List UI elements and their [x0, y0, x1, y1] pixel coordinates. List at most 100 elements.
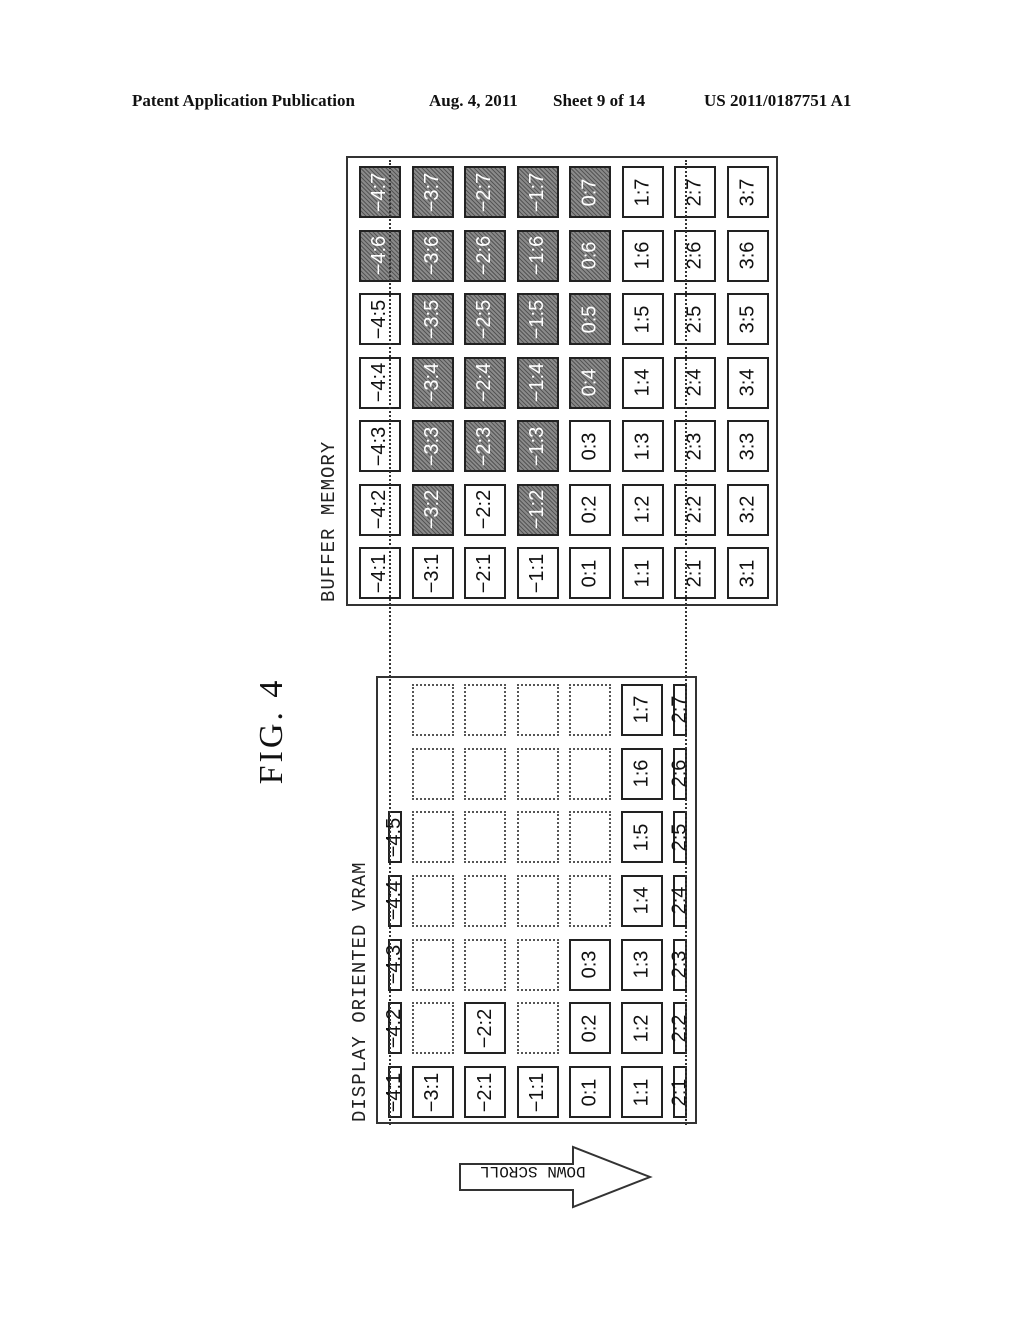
buffer-cell-label: 1:1 — [631, 559, 653, 587]
vram-cell-label: 1:1 — [630, 1078, 653, 1106]
buffer-cell-label: 3:6 — [736, 241, 758, 270]
sheet-number: Sheet 9 of 14 — [553, 91, 646, 110]
vram-cell: 1:5 — [621, 811, 664, 864]
vram-empty-cell — [464, 811, 507, 864]
buffer-cell-label: 0:7 — [578, 178, 601, 206]
buffer-cell: 2:4 — [674, 356, 716, 409]
buffer-cell: 0:1 — [569, 547, 611, 599]
vram-cell-label: −4:2 — [383, 1008, 406, 1049]
buffer-cell-label: 1:3 — [631, 432, 653, 460]
buffer-cell: −4:5 — [359, 293, 401, 345]
buffer-cell: −4:4 — [359, 356, 401, 409]
buffer-cell-label: −3:5 — [421, 299, 444, 339]
buffer-cell: 3:3 — [726, 420, 769, 472]
buffer-cell-label: 3:3 — [736, 432, 758, 460]
buffer-cell: −3:6 — [411, 229, 454, 282]
buffer-cell: 0:7 — [569, 166, 611, 218]
vram-cell-label: 1:6 — [630, 759, 653, 788]
buffer-cell-label: −2:5 — [473, 299, 496, 339]
buffer-cell-label: −2:4 — [473, 362, 496, 403]
buffer-cell: −3:7 — [411, 166, 454, 218]
buffer-cell: 1:3 — [621, 420, 664, 472]
buffer-cell: −2:7 — [464, 166, 506, 218]
buffer-cell: −3:4 — [411, 356, 454, 409]
vram-cell-label: 2:7 — [668, 695, 691, 724]
buffer-cell: −2:2 — [464, 483, 506, 536]
vram-cell-label: 2:4 — [668, 886, 691, 915]
buffer-cell: −4:7 — [359, 166, 401, 218]
buffer-cell-label: −2:7 — [473, 172, 496, 212]
vram-cell: −3:1 — [412, 1066, 454, 1118]
vram-cell-label: 0:2 — [578, 1014, 601, 1043]
buffer-cell: 0:6 — [569, 229, 611, 282]
vram-cell: 0:1 — [568, 1066, 611, 1118]
publication-date: Aug. 4, 2011 — [429, 91, 518, 110]
vram-cell: 1:6 — [621, 747, 664, 800]
buffer-cell: −2:5 — [464, 293, 506, 345]
vram-cell: 1:2 — [621, 1002, 664, 1055]
buffer-cell: −4:1 — [359, 547, 401, 599]
vram-empty-cell — [412, 1002, 454, 1055]
buffer-cell: 2:3 — [674, 420, 716, 472]
buffer-cell-label: 0:5 — [578, 305, 601, 333]
buffer-cell: −1:3 — [516, 420, 559, 472]
vram-cell: 1:1 — [621, 1066, 664, 1118]
buffer-cell-label: 0:4 — [578, 368, 601, 397]
vram-empty-cell — [412, 747, 454, 800]
patent-number: US 2011/0187751 A1 — [704, 91, 852, 110]
buffer-cell: −4:6 — [359, 229, 401, 282]
buffer-cell: −1:2 — [516, 483, 559, 536]
buffer-cell-label: 0:1 — [578, 559, 601, 587]
vram-cell-label: −4:1 — [383, 1072, 406, 1112]
vram-cell: 0:2 — [568, 1002, 611, 1055]
buffer-cell: 2:6 — [674, 229, 716, 282]
buffer-cell: −1:1 — [516, 547, 559, 599]
buffer-cell-label: −3:7 — [421, 172, 444, 212]
vram-empty-cell — [516, 683, 559, 736]
buffer-cell-label: −1:5 — [526, 299, 549, 339]
buffer-cell: 0:4 — [569, 356, 611, 409]
buffer-cell-label: −1:7 — [526, 172, 549, 212]
buffer-cell-label: 3:1 — [736, 559, 758, 587]
publication-label: Patent Application Publication — [132, 91, 355, 110]
buffer-cell: −3:3 — [411, 420, 454, 472]
vram-empty-cell — [464, 747, 507, 800]
vram-empty-cell — [412, 683, 454, 736]
buffer-cell-label: 1:2 — [631, 495, 653, 524]
buffer-cell-label: −2:6 — [473, 235, 496, 276]
vram-cell-label: 1:7 — [630, 695, 653, 724]
buffer-cell-label: −3:3 — [421, 426, 444, 466]
vram-cell: 1:4 — [621, 874, 664, 927]
vram-empty-cell — [516, 811, 559, 864]
buffer-cell: −4:2 — [359, 483, 401, 536]
buffer-cell-label: 0:6 — [578, 241, 601, 270]
vram-cell-label: 2:1 — [668, 1078, 691, 1106]
vram-empty-cell — [568, 683, 611, 736]
figure-title: FIG. 4 — [253, 677, 290, 785]
buffer-cell-label: −1:2 — [526, 489, 549, 530]
buffer-cell: 0:3 — [569, 420, 611, 472]
buffer-cell-label: −2:3 — [473, 426, 496, 466]
vram-cell-label: 1:3 — [630, 950, 653, 979]
buffer-cell-label: 3:7 — [736, 178, 758, 206]
vram-empty-cell — [464, 683, 507, 736]
vram-cell: −2:1 — [464, 1066, 507, 1118]
buffer-cell: 2:5 — [674, 293, 716, 345]
vram-cell-label: 2:5 — [668, 823, 691, 852]
buffer-cell: −3:5 — [411, 293, 454, 345]
guide-line-top — [389, 160, 391, 1125]
buffer-cell: −1:7 — [516, 166, 559, 218]
buffer-cell: −4:3 — [359, 420, 401, 472]
buffer-cell: −2:1 — [464, 547, 506, 599]
guide-line-bottom — [685, 160, 687, 1125]
vram-label: DISPLAY ORIENTED VRAM — [349, 861, 371, 1122]
buffer-cell: 1:1 — [621, 547, 664, 599]
buffer-cell: 3:1 — [726, 547, 769, 599]
buffer-cell-label: 1:4 — [631, 368, 653, 397]
buffer-cell: −1:4 — [516, 356, 559, 409]
buffer-cell-label: −1:4 — [526, 362, 549, 403]
vram-cell-label: 0:1 — [578, 1078, 601, 1106]
buffer-cell-label: −2:1 — [473, 553, 496, 593]
buffer-cell: 1:6 — [621, 229, 664, 282]
vram-cell-label: 1:4 — [630, 886, 653, 915]
